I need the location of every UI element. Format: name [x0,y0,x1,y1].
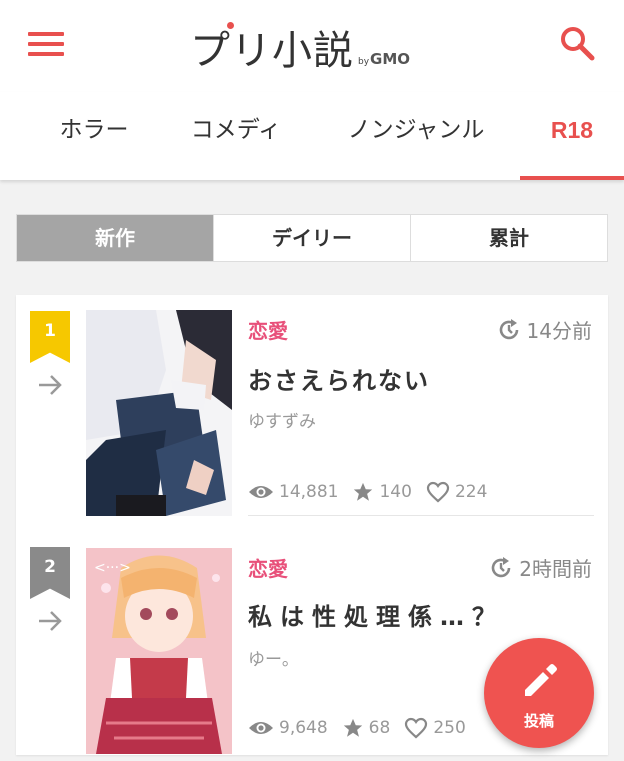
updated-time: 14分前 [497,315,592,344]
time-text: 2時間前 [519,557,592,581]
search-icon [561,27,595,61]
views-count: 14,881 [279,482,339,502]
pencil-icon [525,664,557,696]
sort-total-button[interactable]: 累計 [411,215,607,261]
book-cover[interactable] [86,310,232,516]
fab-label: 投稿 [523,712,554,730]
author-name[interactable]: ゆすずみ [248,407,316,432]
cover-image: <···> [86,548,232,754]
history-clock-icon [499,318,518,339]
genre-label: 恋愛 [248,319,288,343]
tab-r18[interactable]: R18 [520,92,624,180]
likes-count: 250 [433,718,466,738]
menu-button[interactable] [28,30,66,58]
author-name[interactable]: ゆー。 [248,645,299,670]
sort-new-button[interactable]: 新作 [17,215,214,261]
app-logo[interactable]: プリ小説 by GMO [190,18,411,74]
logo-brand: GMO [370,50,411,68]
rank-badge: 1 [30,311,70,363]
history-clock-icon [491,556,511,577]
heart-outline-icon [426,481,450,503]
svg-text:<···>: <···> [94,560,131,576]
logo-by: by [358,57,370,67]
genre-tab-bar: ホラー コメディ ノンジャンル R18 [0,92,624,180]
stars-stat: 140 [352,481,412,503]
views-stat: 9,648 [248,718,328,738]
divider [248,515,594,516]
app-header: プリ小説 by GMO [0,0,624,92]
eye-icon [249,486,273,498]
stars-count: 140 [379,482,412,502]
views-count: 9,648 [279,718,328,738]
search-button[interactable] [558,24,598,64]
sort-segmented-control: 新作 デイリー 累計 [16,214,608,262]
time-text: 14分前 [526,319,592,343]
logo-dot [227,22,234,29]
list-item[interactable]: 1 恋愛 14分前 おさえられない ゆすずみ 14,881 140 224 [16,295,608,525]
book-cover[interactable]: <···> [86,548,232,754]
story-title[interactable]: 私は性処理係…？ [248,597,504,632]
story-title[interactable]: おさえられない [248,361,430,396]
hamburger-icon [28,32,64,36]
sort-daily-button[interactable]: デイリー [214,215,411,261]
views-stat: 14,881 [248,482,338,502]
post-fab-button[interactable]: 投稿 [484,638,594,748]
tab-comedy[interactable]: コメディ [190,92,282,178]
stars-count: 68 [368,718,391,738]
cover-image [86,310,232,516]
story-stats: 14,881 140 224 [248,481,501,503]
logo-text: プリ小説 [190,28,354,74]
tab-horror[interactable]: ホラー [56,92,132,178]
rank-badge: 2 [30,547,70,599]
likes-stat: 224 [426,481,487,503]
tab-nongenre[interactable]: ノンジャンル [346,92,486,178]
eye-icon [249,722,273,734]
star-icon [354,482,373,501]
arrow-right-icon [39,375,62,395]
likes-count: 224 [454,482,488,502]
genre-label: 恋愛 [248,557,288,581]
arrow-right-icon [39,611,62,631]
updated-time: 2時間前 [489,553,592,582]
